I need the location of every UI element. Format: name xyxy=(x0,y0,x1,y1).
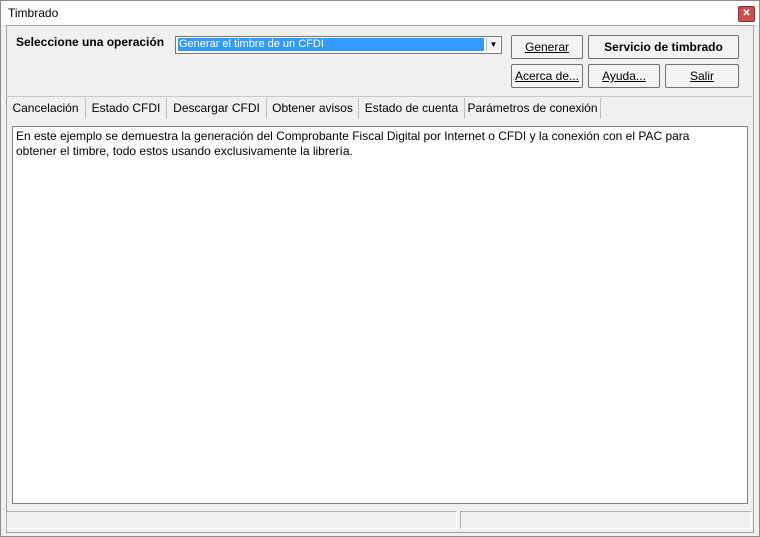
operation-selected-value: Generar el timbre de un CFDI xyxy=(178,38,484,51)
ayuda-button[interactable]: Ayuda... xyxy=(588,64,660,88)
status-panel-left xyxy=(6,511,457,529)
tab-obtener-avisos[interactable]: Obtener avisos xyxy=(267,98,359,119)
servicio-timbrado-button[interactable]: Servicio de timbrado xyxy=(588,35,739,59)
tab-descargar-cfdi[interactable]: Descargar CFDI xyxy=(167,98,267,119)
generar-button[interactable]: Generar xyxy=(511,35,583,59)
close-icon: ✕ xyxy=(742,8,751,19)
divider xyxy=(6,96,752,97)
tab-parametros-conexion[interactable]: Parámetros de conexión xyxy=(465,98,601,119)
operation-label: Seleccione una operación xyxy=(16,35,165,49)
tab-bar: Cancelación Estado CFDI Descargar CFDI O… xyxy=(6,98,752,120)
chevron-down-icon[interactable]: ▼ xyxy=(486,38,500,51)
salir-button[interactable]: Salir xyxy=(665,64,739,88)
description-text: En este ejemplo se demuestra la generaci… xyxy=(16,129,690,158)
operation-panel: Seleccione una operación Generar el timb… xyxy=(6,26,750,96)
close-button[interactable]: ✕ xyxy=(738,6,755,22)
tab-estado-cuenta[interactable]: Estado de cuenta xyxy=(359,98,465,119)
acerca-button[interactable]: Acerca de... xyxy=(511,64,583,88)
description-textarea[interactable]: En este ejemplo se demuestra la generaci… xyxy=(12,126,748,504)
tab-cancelacion[interactable]: Cancelación xyxy=(6,98,86,119)
status-panel-right xyxy=(460,511,752,529)
tab-estado-cfdi[interactable]: Estado CFDI xyxy=(86,98,167,119)
status-bar xyxy=(6,509,752,530)
title-bar[interactable]: Timbrado ✕ xyxy=(1,1,759,25)
operation-select[interactable]: Generar el timbre de un CFDI ▼ xyxy=(175,36,502,54)
window-title: Timbrado xyxy=(8,6,59,20)
